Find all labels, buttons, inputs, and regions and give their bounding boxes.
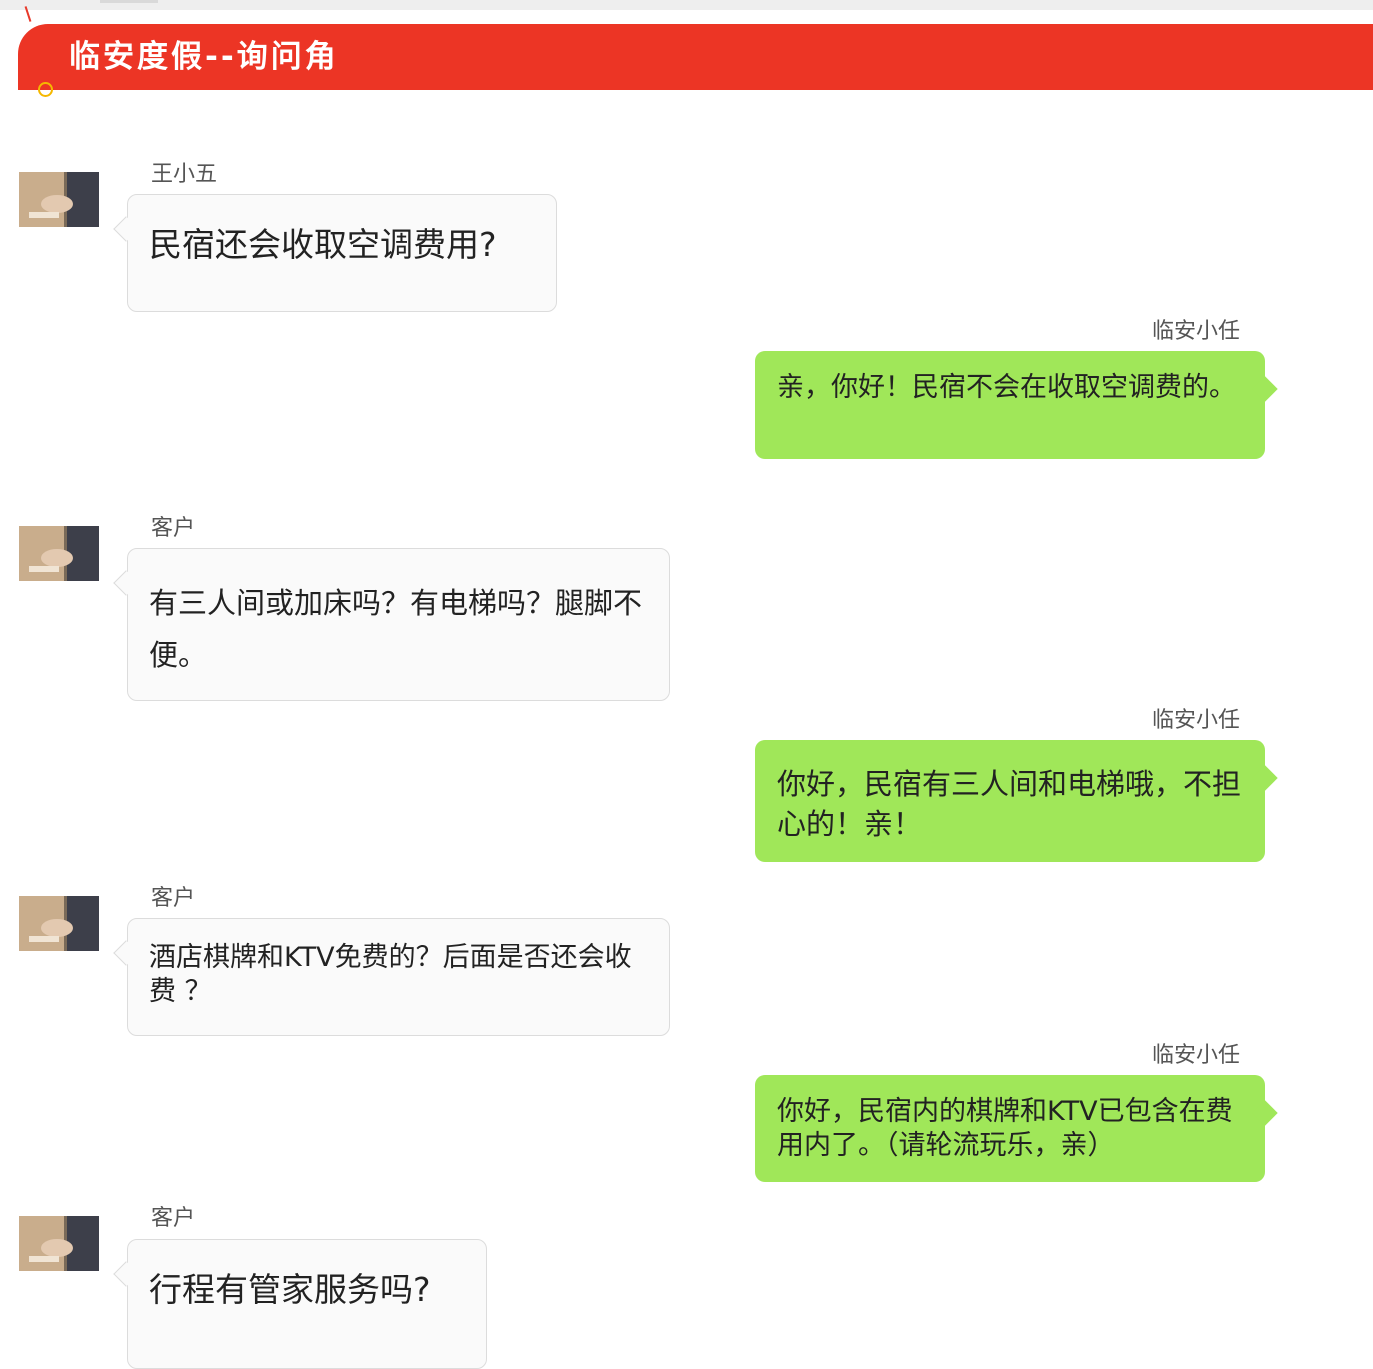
reply-bubble: 亲，你好！民宿不会在收取空调费的。 [755, 351, 1278, 459]
message-text: 你好，民宿内的棋牌和KTV已包含在费用内了。（请轮流玩乐，亲） [777, 1096, 1233, 1161]
decorative-ring-icon [38, 82, 53, 97]
message-text: 酒店棋牌和KTV免费的？后面是否还会收费 ？ [149, 942, 632, 1007]
message-text: 亲，你好！民宿不会在收取空调费的。 [777, 372, 1236, 403]
sender-name: 客户 [151, 1206, 196, 1231]
bubble-tail [113, 1261, 139, 1287]
page-title: 临安度假--询问角 [69, 39, 339, 75]
bubble-tail [113, 570, 139, 596]
message-text: 行程有管家服务吗? [149, 1270, 431, 1309]
sender-name: 临安小任 [1151, 319, 1240, 344]
reply-bubble: 你好，民宿内的棋牌和KTV已包含在费用内了。（请轮流玩乐，亲） [755, 1075, 1278, 1182]
avatar [19, 896, 99, 951]
top-strip [0, 0, 1373, 10]
handshake-photo-icon [19, 526, 99, 581]
bubble-tail [113, 216, 139, 242]
message-text: 有三人间或加床吗？有电梯吗？腿脚不便。 [149, 586, 643, 672]
handshake-photo-icon [19, 896, 99, 951]
message-bubble: 有三人间或加床吗？有电梯吗？腿脚不便。 [113, 548, 670, 701]
handshake-photo-icon [19, 1216, 99, 1271]
message-bubble: 行程有管家服务吗? [113, 1239, 487, 1369]
message-bubble: 酒店棋牌和KTV免费的？后面是否还会收费 ？ [113, 918, 670, 1036]
message-text: 民宿还会收取空调费用? [149, 225, 497, 264]
avatar [19, 172, 99, 227]
avatar [19, 1216, 99, 1271]
sender-name: 王小五 [151, 162, 218, 187]
top-tab [100, 0, 158, 3]
bubble-tail [113, 940, 139, 966]
avatar [19, 526, 99, 581]
sender-name: 临安小任 [1151, 1043, 1240, 1068]
message-text: 你好，民宿有三人间和电梯哦，不担心的！亲！ [777, 767, 1242, 841]
page-header: 临安度假--询问角 [18, 24, 1373, 90]
bubble-tail [1252, 376, 1278, 402]
handshake-photo-icon [19, 172, 99, 227]
bubble-tail [1252, 765, 1278, 791]
message-bubble: 民宿还会收取空调费用? [113, 194, 557, 312]
sender-name: 客户 [151, 886, 196, 911]
sender-name: 客户 [151, 516, 196, 541]
sender-name: 临安小任 [1151, 708, 1240, 733]
bubble-tail [1252, 1100, 1278, 1126]
reply-bubble: 你好，民宿有三人间和电梯哦，不担心的！亲！ [755, 740, 1278, 862]
